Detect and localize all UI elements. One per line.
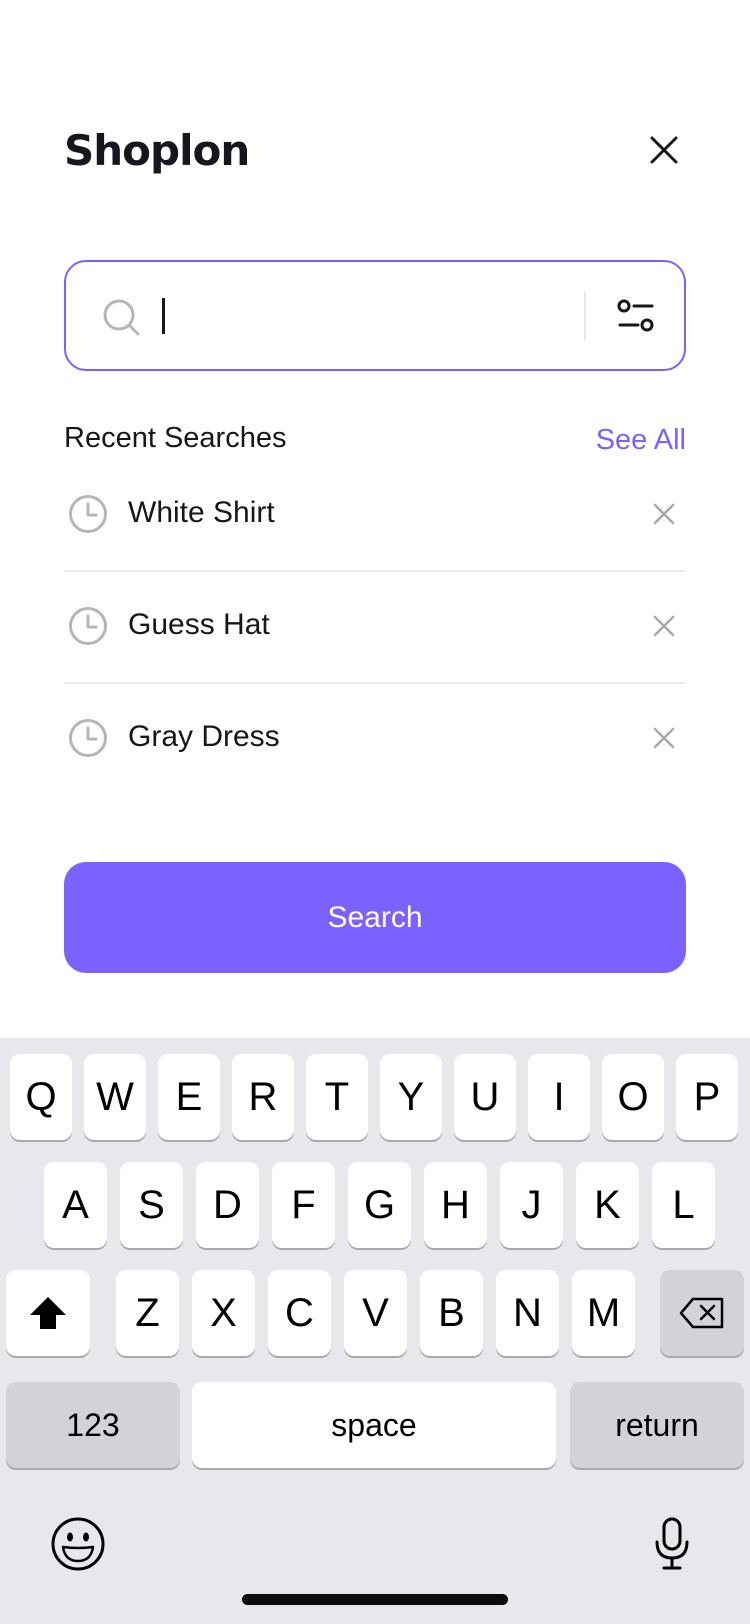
microphone-icon — [655, 1517, 689, 1570]
key-b[interactable]: B — [420, 1270, 483, 1356]
key-e[interactable]: E — [158, 1054, 220, 1140]
search-button[interactable]: Search — [64, 862, 686, 973]
recent-searches-header: Recent Searches See All — [64, 420, 686, 464]
search-divider — [584, 292, 586, 340]
filter-icon — [617, 299, 654, 332]
recent-searches-title: Recent Searches — [64, 422, 287, 454]
clock-icon — [69, 495, 107, 533]
close-button[interactable] — [642, 128, 686, 172]
text-cursor — [162, 298, 165, 334]
key-v[interactable]: V — [344, 1270, 407, 1356]
key-h[interactable]: H — [424, 1162, 487, 1248]
key-a[interactable]: A — [44, 1162, 107, 1248]
recent-search-item[interactable]: Gray Dress — [64, 684, 686, 796]
app-logo: Shoplon — [64, 126, 250, 175]
key-c[interactable]: C — [268, 1270, 331, 1356]
close-icon — [653, 615, 675, 637]
key-g[interactable]: G — [348, 1162, 411, 1248]
key-u[interactable]: U — [454, 1054, 516, 1140]
recent-search-label[interactable]: Gray Dress — [128, 720, 280, 754]
key-y[interactable]: Y — [380, 1054, 442, 1140]
key-t[interactable]: T — [306, 1054, 368, 1140]
key-d[interactable]: D — [196, 1162, 259, 1248]
key-f[interactable]: F — [272, 1162, 335, 1248]
key-k[interactable]: K — [576, 1162, 639, 1248]
remove-recent-button[interactable] — [648, 498, 680, 530]
search-icon — [103, 299, 140, 336]
remove-recent-button[interactable] — [648, 722, 680, 754]
clock-icon — [69, 719, 107, 757]
key-r[interactable]: R — [232, 1054, 294, 1140]
header: Shoplon — [64, 122, 686, 182]
shift-icon — [30, 1297, 66, 1329]
close-icon — [653, 727, 675, 749]
backspace-key[interactable] — [660, 1270, 744, 1356]
return-key[interactable]: return — [570, 1382, 744, 1468]
key-o[interactable]: O — [602, 1054, 664, 1140]
emoji-icon — [51, 1517, 105, 1571]
see-all-link[interactable]: See All — [596, 424, 686, 457]
key-q[interactable]: Q — [10, 1054, 72, 1140]
remove-recent-button[interactable] — [648, 610, 680, 642]
key-w[interactable]: W — [84, 1054, 146, 1140]
key-x[interactable]: X — [192, 1270, 255, 1356]
filter-button[interactable] — [606, 288, 666, 344]
shift-key[interactable] — [6, 1270, 90, 1356]
recent-search-item[interactable]: White Shirt — [64, 460, 686, 572]
close-icon — [653, 503, 675, 525]
key-p[interactable]: P — [676, 1054, 738, 1140]
dictation-button[interactable] — [640, 1512, 704, 1576]
recent-search-item[interactable]: Guess Hat — [64, 572, 686, 684]
search-field[interactable] — [64, 260, 686, 371]
recent-search-label[interactable]: Guess Hat — [128, 608, 270, 642]
emoji-button[interactable] — [46, 1512, 110, 1576]
backspace-icon — [679, 1297, 724, 1329]
home-indicator[interactable] — [242, 1594, 508, 1605]
key-m[interactable]: M — [572, 1270, 635, 1356]
key-s[interactable]: S — [120, 1162, 183, 1248]
keyboard: Q W E R T Y U I O P A S D F G H J K L Z … — [0, 1038, 750, 1624]
close-icon — [650, 136, 678, 164]
key-i[interactable]: I — [528, 1054, 590, 1140]
key-n[interactable]: N — [496, 1270, 559, 1356]
clock-icon — [69, 607, 107, 645]
search-input[interactable] — [160, 286, 540, 346]
key-j[interactable]: J — [500, 1162, 563, 1248]
space-key[interactable]: space — [192, 1382, 556, 1468]
numbers-key[interactable]: 123 — [6, 1382, 180, 1468]
recent-search-label[interactable]: White Shirt — [128, 496, 275, 530]
recent-searches-list: White Shirt Guess Hat Gray Dress — [64, 460, 686, 796]
key-z[interactable]: Z — [116, 1270, 179, 1356]
key-l[interactable]: L — [652, 1162, 715, 1248]
